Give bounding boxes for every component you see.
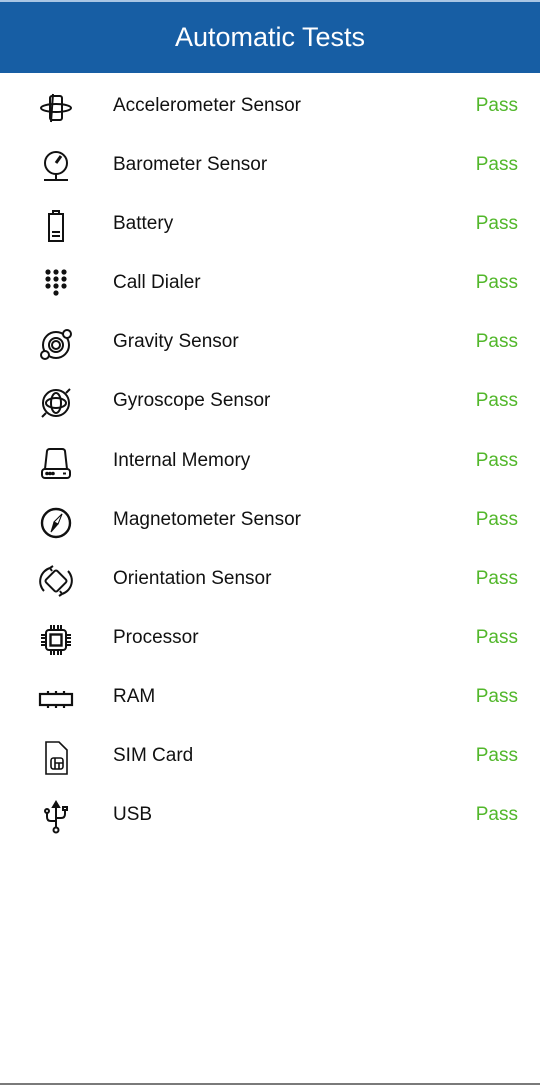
battery-icon — [36, 206, 76, 246]
test-row-magnetometer[interactable]: Magnetometer Sensor Pass — [0, 491, 540, 550]
status-pass: Pass — [475, 626, 518, 648]
test-name: Internal Memory — [113, 449, 251, 471]
status-pass: Pass — [475, 804, 518, 826]
test-row-processor[interactable]: Processor Pass — [0, 609, 540, 668]
status-pass: Pass — [475, 213, 518, 235]
test-row-barometer[interactable]: Barometer Sensor Pass — [0, 136, 540, 195]
test-list: Accelerometer Sensor Pass Barometer Sens… — [0, 77, 540, 845]
compass-icon — [36, 502, 76, 542]
test-row-accelerometer[interactable]: Accelerometer Sensor Pass — [0, 77, 540, 136]
test-name: SIM Card — [113, 745, 194, 767]
gravity-icon — [36, 324, 76, 364]
status-pass: Pass — [475, 154, 518, 176]
screen-rotation-icon — [36, 561, 76, 601]
test-name: USB — [113, 804, 153, 826]
status-pass: Pass — [475, 449, 518, 471]
gyroscope-icon — [36, 383, 76, 423]
status-pass: Pass — [475, 272, 518, 294]
test-name: Processor — [113, 626, 199, 648]
test-name: Barometer Sensor — [113, 154, 268, 176]
storage-drive-icon — [36, 443, 76, 483]
test-row-usb[interactable]: USB Pass — [0, 786, 540, 845]
test-name: RAM — [113, 685, 156, 707]
usb-icon — [36, 797, 76, 837]
test-row-sim-card[interactable]: SIM Card Pass — [0, 727, 540, 786]
dialpad-icon — [36, 265, 76, 305]
sim-card-icon — [36, 738, 76, 778]
test-row-orientation[interactable]: Orientation Sensor Pass — [0, 550, 540, 609]
ram-module-icon — [36, 679, 76, 719]
accelerometer-icon — [36, 88, 76, 128]
page-title: Automatic Tests — [174, 22, 366, 52]
status-pass: Pass — [475, 331, 518, 353]
test-name: Gravity Sensor — [113, 331, 239, 353]
test-row-internal-memory[interactable]: Internal Memory Pass — [0, 432, 540, 491]
test-name: Gyroscope Sensor — [113, 390, 271, 412]
status-pass: Pass — [475, 745, 518, 767]
status-pass: Pass — [475, 685, 518, 707]
test-row-battery[interactable]: Battery Pass — [0, 195, 540, 254]
test-row-gyroscope[interactable]: Gyroscope Sensor Pass — [0, 372, 540, 431]
status-pass: Pass — [475, 567, 518, 589]
test-name: Call Dialer — [113, 272, 201, 294]
test-name: Accelerometer Sensor — [113, 95, 301, 116]
test-name: Orientation Sensor — [113, 567, 272, 589]
app-header: Automatic Tests — [0, 2, 540, 73]
test-row-call-dialer[interactable]: Call Dialer Pass — [0, 254, 540, 313]
test-name: Battery — [113, 213, 174, 235]
test-row-gravity[interactable]: Gravity Sensor Pass — [0, 313, 540, 372]
test-name: Magnetometer Sensor — [113, 508, 301, 530]
barometer-icon — [36, 147, 76, 187]
cpu-chip-icon — [36, 620, 76, 660]
test-row-ram[interactable]: RAM Pass — [0, 668, 540, 727]
status-pass: Pass — [475, 508, 518, 530]
status-pass: Pass — [475, 95, 518, 116]
status-pass: Pass — [475, 390, 518, 412]
